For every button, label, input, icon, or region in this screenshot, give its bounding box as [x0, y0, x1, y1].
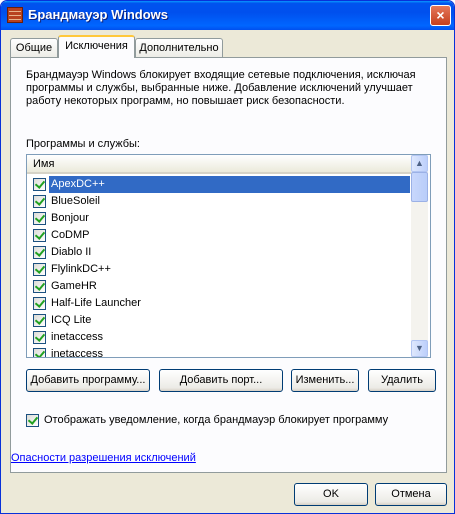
program-label: Diablo II — [51, 246, 92, 258]
program-label: ICQ Lite — [51, 314, 92, 326]
program-checkbox[interactable] — [33, 348, 46, 357]
program-label: FlylinkDC++ — [51, 263, 111, 275]
list-item[interactable]: ApexDC++ — [27, 176, 411, 193]
notify-label: Отображать уведомление, когда брандмауэр… — [44, 414, 389, 426]
list-item[interactable]: GameHR — [27, 278, 411, 295]
exceptions-panel: Брандмауэр Windows блокирует входящие се… — [10, 57, 447, 473]
program-label: ApexDC++ — [49, 176, 410, 193]
exceptions-risk-link[interactable]: Опасности разрешения исключений — [11, 452, 196, 464]
add-program-button[interactable]: Добавить программу... — [26, 369, 150, 392]
list-item[interactable]: FlylinkDC++ — [27, 261, 411, 278]
scroll-down-icon[interactable]: ▼ — [411, 340, 428, 357]
program-checkbox[interactable] — [33, 331, 46, 344]
program-checkbox[interactable] — [33, 246, 46, 259]
program-label: Bonjour — [51, 212, 89, 224]
add-port-button[interactable]: Добавить порт... — [159, 369, 283, 392]
list-item[interactable]: BlueSoleil — [27, 193, 411, 210]
program-label: inetaccess — [51, 331, 103, 343]
firewall-brick-icon — [7, 7, 23, 23]
tab-general[interactable]: Общие — [10, 38, 58, 58]
program-label: BlueSoleil — [51, 195, 100, 207]
program-checkbox[interactable] — [33, 280, 46, 293]
program-checkbox[interactable] — [33, 229, 46, 242]
scroll-thumb[interactable] — [411, 172, 428, 202]
firewall-window: Брандмауэр Windows × Общие Исключения До… — [0, 0, 455, 514]
programs-list: Имя ApexDC++ BlueSoleil Bonjour CoDMP Di… — [26, 154, 431, 358]
cancel-button[interactable]: Отмена — [375, 483, 447, 506]
scroll-up-icon[interactable]: ▲ — [411, 155, 428, 172]
program-checkbox[interactable] — [33, 297, 46, 310]
program-rows: ApexDC++ BlueSoleil Bonjour CoDMP Diablo… — [27, 176, 411, 358]
column-header-name[interactable]: Имя — [27, 155, 411, 174]
column-header-label: Имя — [33, 158, 55, 170]
program-checkbox[interactable] — [33, 212, 46, 225]
program-checkbox[interactable] — [33, 178, 46, 191]
programs-list-label: Программы и службы: — [26, 138, 140, 150]
tab-exceptions[interactable]: Исключения — [58, 35, 135, 58]
program-label: CoDMP — [51, 229, 90, 241]
program-checkbox[interactable] — [33, 314, 46, 327]
vertical-scrollbar[interactable]: ▲ ▼ — [411, 155, 428, 357]
list-item[interactable]: Half-Life Launcher — [27, 295, 411, 312]
description-text: Брандмауэр Windows блокирует входящие се… — [26, 69, 416, 107]
program-label: inetaccess — [51, 348, 103, 358]
notify-checkbox[interactable] — [26, 414, 39, 427]
delete-button[interactable]: Удалить — [368, 369, 436, 392]
list-item[interactable]: inetaccess — [27, 329, 411, 346]
program-label: GameHR — [51, 280, 97, 292]
list-item[interactable]: Bonjour — [27, 210, 411, 227]
ok-button[interactable]: OK — [294, 483, 368, 506]
list-item[interactable]: ICQ Lite — [27, 312, 411, 329]
program-checkbox[interactable] — [33, 195, 46, 208]
tab-advanced[interactable]: Дополнительно — [135, 38, 223, 58]
window-title: Брандмауэр Windows — [28, 7, 169, 22]
program-checkbox[interactable] — [33, 263, 46, 276]
close-button[interactable]: × — [430, 5, 451, 26]
list-item[interactable]: Diablo II — [27, 244, 411, 261]
list-item[interactable]: inetaccess — [27, 346, 411, 358]
edit-button[interactable]: Изменить... — [291, 369, 359, 392]
program-label: Half-Life Launcher — [51, 297, 141, 309]
list-item[interactable]: CoDMP — [27, 227, 411, 244]
title-bar[interactable]: Брандмауэр Windows × — [1, 1, 454, 30]
